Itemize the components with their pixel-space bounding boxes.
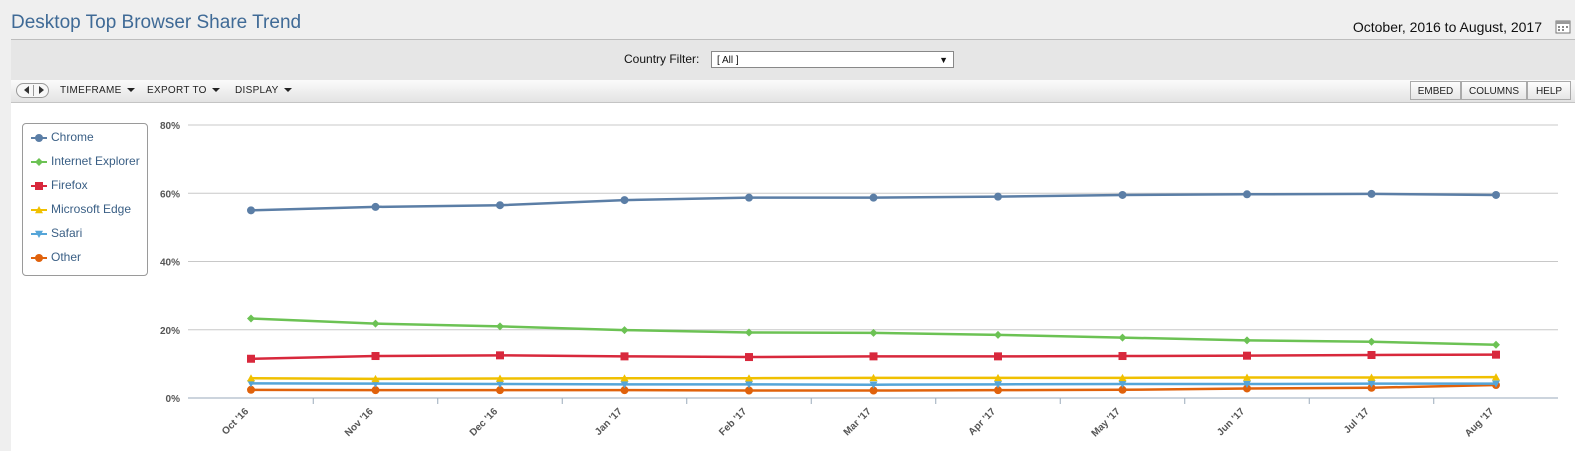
legend-label: Other	[51, 250, 82, 264]
data-point	[1492, 350, 1500, 359]
x-tick-label: Mar '17	[842, 406, 874, 438]
line-chart: 0% 20% 40% 60% 80% Oct '16 Nov '16 Dec '16 Jan '…	[160, 121, 1558, 439]
data-point	[994, 330, 1002, 339]
data-point	[1118, 190, 1127, 199]
data-point	[1367, 351, 1376, 360]
data-point	[247, 314, 255, 323]
data-point	[371, 319, 380, 328]
y-tick-label: 40%	[160, 258, 180, 269]
data-point	[869, 193, 878, 202]
data-point	[371, 202, 380, 211]
data-point	[35, 134, 43, 142]
data-point	[745, 193, 753, 202]
x-tick-label: Jul '17	[1342, 406, 1372, 436]
x-tick-label: Jan '17	[593, 406, 625, 438]
data-point	[35, 182, 43, 190]
x-tick-label: Feb '17	[717, 406, 749, 438]
y-tick-label: 60%	[160, 189, 180, 200]
data-point	[496, 322, 504, 331]
data-point	[1367, 337, 1376, 346]
data-point	[1492, 340, 1500, 349]
data-point	[620, 196, 629, 205]
legend-label: Firefox	[51, 178, 88, 192]
chart-legend: Chrome Internet Explorer Firefox Microsoft …	[22, 123, 148, 276]
data-point	[35, 158, 43, 166]
data-point	[869, 352, 878, 361]
data-point	[745, 353, 753, 362]
legend-label: Chrome	[51, 130, 94, 144]
legend-marker-icon	[31, 158, 47, 166]
legend-marker-icon	[31, 206, 47, 214]
y-tick-label: 0%	[166, 394, 181, 405]
y-tick-label: 80%	[160, 121, 180, 132]
data-point	[1243, 336, 1251, 345]
legend-label: Microsoft Edge	[51, 202, 132, 216]
data-point	[496, 351, 504, 360]
legend-label: Internet Explorer	[51, 154, 140, 168]
x-tick-label: Dec '16	[468, 406, 501, 439]
x-tick-label: Jun '17	[1215, 406, 1247, 438]
legend-marker-icon	[31, 182, 47, 190]
x-tick-label: Aug '17	[1463, 406, 1496, 439]
data-point	[496, 201, 504, 210]
data-point	[620, 326, 629, 335]
data-point	[1243, 351, 1251, 360]
x-tick-label: Apr '17	[967, 406, 999, 438]
legend-marker-icon	[31, 230, 47, 238]
data-point	[994, 192, 1002, 201]
data-point	[35, 254, 43, 262]
data-point	[247, 206, 255, 215]
data-point	[994, 352, 1002, 361]
data-point	[1492, 190, 1500, 199]
legend-label: Safari	[51, 226, 83, 240]
legend-marker-icon	[31, 134, 47, 142]
data-point	[247, 354, 255, 363]
y-tick-label: 20%	[160, 326, 180, 337]
x-tick-label: Oct '16	[220, 406, 251, 437]
data-point	[1118, 333, 1127, 342]
data-point	[1367, 189, 1376, 198]
x-tick-label: Nov '16	[343, 406, 376, 439]
data-point	[371, 352, 380, 361]
data-point	[620, 352, 629, 361]
data-point	[1243, 190, 1251, 199]
data-point	[1118, 352, 1127, 361]
legend-marker-icon	[31, 254, 47, 262]
x-tick-label: May '17	[1090, 406, 1123, 439]
